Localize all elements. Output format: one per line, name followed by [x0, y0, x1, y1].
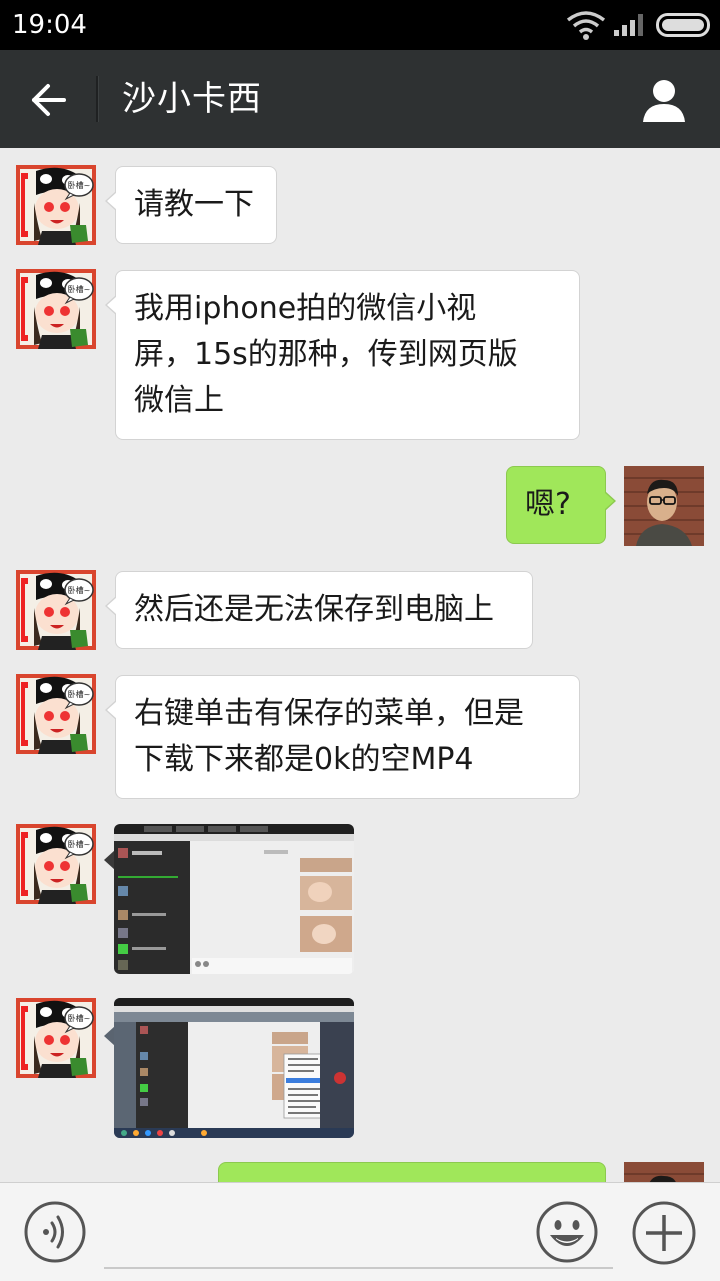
message-bubble[interactable]: 请教一下 — [105, 166, 277, 244]
screenshot-thumbnail — [114, 998, 354, 1138]
battery-icon — [656, 13, 710, 37]
message-line: 屏，15s的那种，传到网页版 — [134, 337, 518, 372]
message-bubble[interactable]: 右键单击有保存的菜单，但是 下载下来都是0k的空MP4 — [105, 675, 580, 799]
chat-header: 沙小卡西 — [0, 50, 720, 148]
more-options-button[interactable] — [632, 1201, 696, 1265]
sender-avatar[interactable] — [16, 570, 96, 650]
contact-info-button[interactable] — [638, 74, 690, 126]
status-time: 19:04 — [12, 10, 87, 40]
image-message[interactable] — [114, 998, 354, 1138]
wifi-icon — [566, 11, 606, 40]
header-divider — [96, 76, 99, 122]
my-message-bubble[interactable]: 嗯? — [506, 466, 616, 544]
emoji-icon — [536, 1201, 598, 1263]
emoji-button[interactable] — [536, 1201, 598, 1263]
status-bar: 19:04 — [0, 0, 720, 50]
person-icon — [643, 80, 685, 122]
sender-avatar[interactable] — [16, 269, 96, 349]
signal-icon — [614, 14, 643, 36]
my-avatar[interactable] — [624, 466, 704, 546]
message-line: 右键单击有保存的菜单，但是 — [134, 696, 524, 731]
input-bar — [0, 1182, 720, 1281]
message-line: 微信上 — [134, 383, 224, 418]
sender-avatar[interactable] — [16, 824, 96, 904]
sender-avatar[interactable] — [16, 165, 96, 245]
voice-button[interactable] — [24, 1201, 86, 1263]
message-line: 请教一下 — [134, 187, 254, 222]
screenshot-thumbnail — [114, 824, 354, 974]
voice-icon — [24, 1201, 86, 1263]
message-line: 我用iphone拍的微信小视 — [134, 291, 477, 326]
back-button[interactable] — [22, 74, 74, 126]
message-line: 嗯? — [525, 487, 571, 522]
message-bubble[interactable]: 我用iphone拍的微信小视 屏，15s的那种，传到网页版 微信上 — [105, 270, 580, 440]
image-message[interactable] — [114, 824, 354, 974]
arrow-left-icon — [32, 84, 66, 116]
message-line: 下载下来都是0k的空MP4 — [134, 742, 474, 777]
sender-avatar[interactable] — [16, 674, 96, 754]
chat-title: 沙小卡西 — [122, 79, 262, 119]
message-bubble[interactable]: 然后还是无法保存到电脑上 — [105, 571, 533, 649]
plus-icon — [632, 1201, 696, 1265]
message-line: 然后还是无法保存到电脑上 — [134, 592, 494, 627]
sender-avatar[interactable] — [16, 998, 96, 1078]
